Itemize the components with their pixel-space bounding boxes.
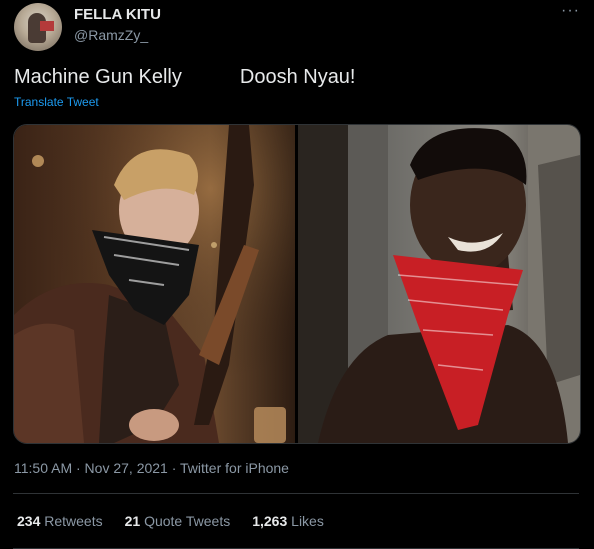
quote-tweets-label: Quote Tweets xyxy=(144,513,231,529)
photo-right-illustration xyxy=(298,125,580,443)
photo-doosh-nyau[interactable] xyxy=(298,125,580,443)
likes-stat[interactable]: 1,263 Likes xyxy=(252,513,324,529)
tweet-text: Machine Gun Kelly Doosh Nyau! xyxy=(14,66,356,89)
retweets-label: Retweets xyxy=(44,513,103,529)
quote-tweets-count: 21 xyxy=(124,513,141,529)
translate-tweet-link[interactable]: Translate Tweet xyxy=(14,95,99,109)
photo-left-illustration xyxy=(14,125,295,443)
avatar-flag-icon xyxy=(40,21,54,31)
quote-tweets-stat[interactable]: 21 Quote Tweets xyxy=(125,513,231,529)
likes-label: Likes xyxy=(291,513,324,529)
likes-count: 1,263 xyxy=(252,513,288,529)
photo-machine-gun-kelly[interactable] xyxy=(14,125,295,443)
more-options-icon[interactable]: ··· xyxy=(561,2,580,20)
retweets-count: 234 xyxy=(17,513,41,529)
retweets-stat[interactable]: 234 Retweets xyxy=(17,513,103,529)
author-handle[interactable]: @RamzZy_ xyxy=(74,27,148,43)
tweet-text-right: Doosh Nyau! xyxy=(239,66,356,88)
tweet-media[interactable] xyxy=(13,124,581,444)
divider xyxy=(13,493,579,494)
tweet-text-left: Machine Gun Kelly xyxy=(14,66,182,88)
tweet-timestamp[interactable]: 11:50 AM · Nov 27, 2021 · Twitter for iP… xyxy=(14,460,289,476)
tweet-stats: 234 Retweets 21 Quote Tweets 1,263 Likes xyxy=(17,513,324,529)
avatar[interactable] xyxy=(14,3,62,51)
author-name[interactable]: FELLA KITU xyxy=(74,6,161,23)
